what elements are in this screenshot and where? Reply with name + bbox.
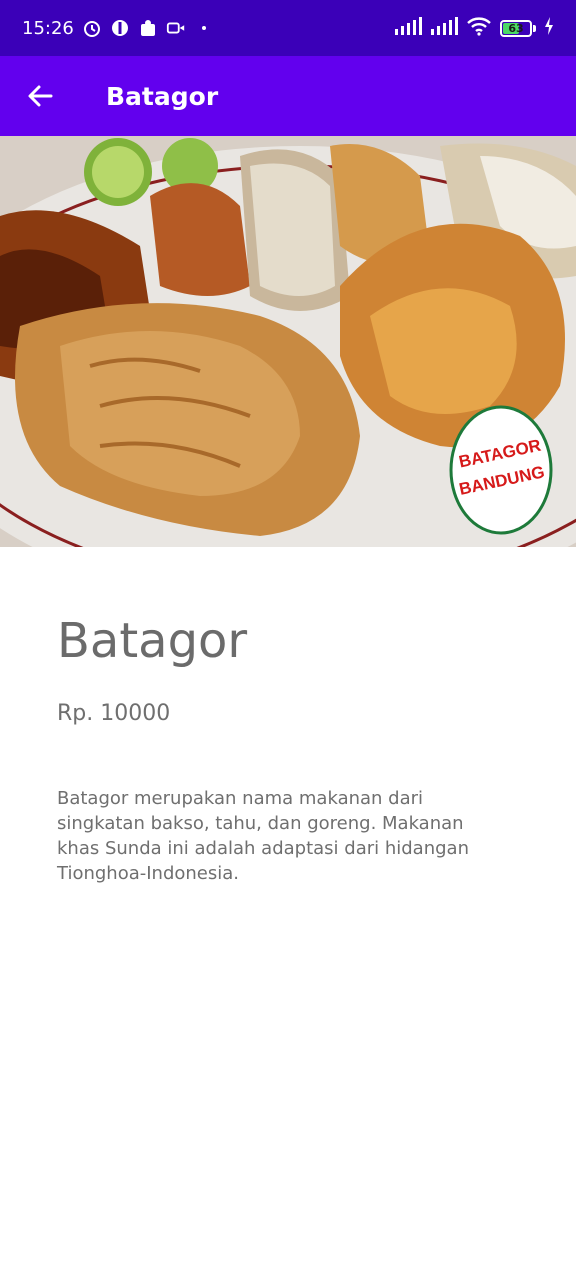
signal-icon bbox=[394, 16, 422, 40]
shield-icon bbox=[110, 18, 130, 38]
battery-level: 63 bbox=[508, 21, 524, 35]
puzzle-icon bbox=[138, 18, 158, 38]
food-image: BATAGOR BANDUNG bbox=[0, 136, 576, 547]
item-name: Batagor bbox=[57, 613, 248, 669]
signal-icon bbox=[430, 16, 458, 40]
status-time: 15:26 bbox=[22, 17, 74, 39]
item-price: Rp. 10000 bbox=[57, 701, 171, 726]
dot-icon bbox=[194, 18, 214, 38]
video-icon bbox=[166, 18, 186, 38]
charging-icon bbox=[544, 16, 554, 40]
alarm-icon bbox=[82, 18, 102, 38]
wifi-icon bbox=[466, 16, 492, 41]
notification-icons bbox=[82, 18, 214, 38]
app-bar: Batagor bbox=[0, 56, 576, 136]
item-description: Batagor merupakan nama makanan dari sing… bbox=[57, 788, 469, 884]
battery-icon: 63 bbox=[500, 19, 536, 37]
detail-content: Batagor Rp. 10000 Batagor merupakan nama… bbox=[57, 547, 517, 886]
system-icons: 63 bbox=[394, 16, 554, 41]
status-bar: 15:26 63 bbox=[0, 0, 576, 56]
app-bar-title: Batagor bbox=[106, 81, 219, 111]
back-button[interactable] bbox=[0, 56, 80, 136]
arrow-left-icon bbox=[28, 85, 53, 107]
